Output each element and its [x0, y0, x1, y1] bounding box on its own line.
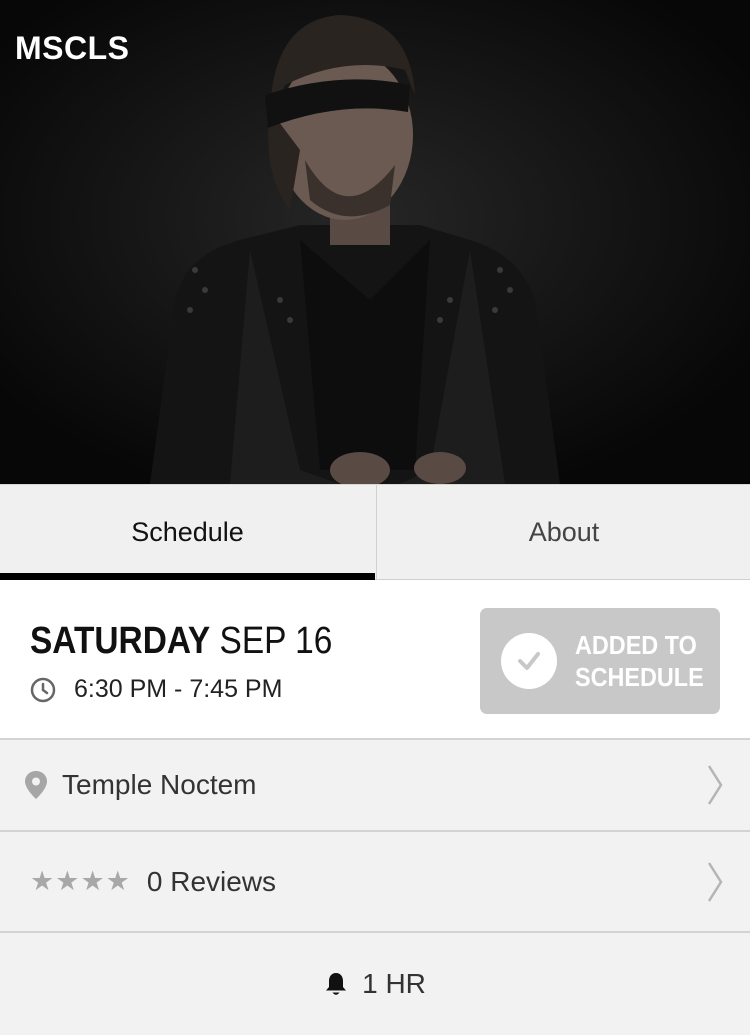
- event-date-value: SEP 16: [219, 620, 333, 662]
- chevron-right-icon: [707, 765, 723, 805]
- added-to-schedule-label: ADDED TO SCHEDULE: [575, 630, 704, 692]
- star-icon: ★: [55, 866, 80, 896]
- tab-bar: Schedule About: [0, 484, 750, 581]
- event-time-panel: SATURDAY SEP 16 6:30 PM - 7:45 PM ADDED …: [0, 580, 750, 740]
- app-title: MSCLS: [15, 30, 130, 66]
- chevron-right-icon: [707, 861, 723, 902]
- rating-stars: ★ ★ ★ ★: [30, 866, 131, 897]
- event-time: 6:30 PM - 7:45 PM: [30, 675, 282, 704]
- location-pin-icon: [25, 771, 47, 799]
- event-day: SATURDAY: [30, 620, 211, 662]
- venue-name: Temple Noctem: [62, 769, 257, 800]
- reminder-row[interactable]: 1 HR: [0, 933, 750, 1035]
- clock-icon: [30, 677, 56, 702]
- added-to-schedule-button[interactable]: ADDED TO SCHEDULE: [480, 608, 720, 714]
- tab-about[interactable]: About: [376, 485, 750, 580]
- reviews-count: 0 Reviews: [146, 865, 277, 897]
- tab-schedule[interactable]: Schedule: [0, 485, 375, 580]
- event-date: SATURDAY SEP 16: [30, 620, 332, 663]
- artist-hero-image: MSCLS: [0, 0, 750, 484]
- reminder-label: 1 HR: [362, 968, 426, 999]
- venue-row[interactable]: Temple Noctem: [0, 740, 750, 832]
- star-icon: ★: [105, 866, 130, 896]
- check-icon: [501, 633, 557, 689]
- artist-photo: [0, 0, 750, 484]
- reviews-row[interactable]: ★ ★ ★ ★ 0 Reviews: [0, 832, 750, 933]
- star-icon: ★: [30, 866, 55, 896]
- bell-icon: [326, 973, 347, 995]
- star-icon: ★: [80, 866, 105, 896]
- event-time-range: 6:30 PM - 7:45 PM: [74, 675, 283, 703]
